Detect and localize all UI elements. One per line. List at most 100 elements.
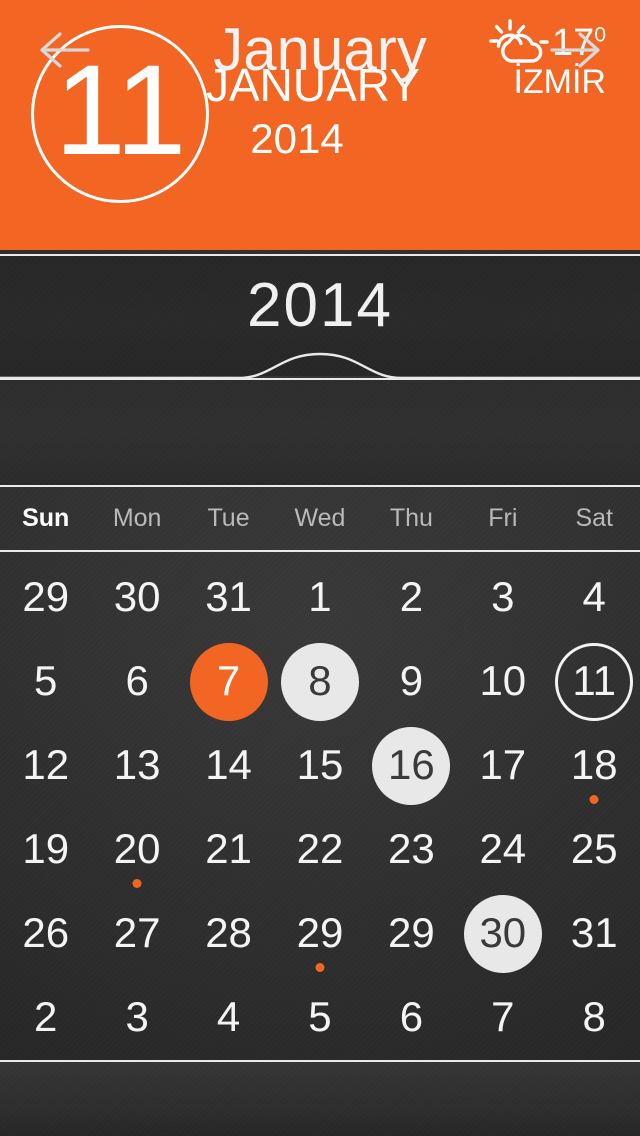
weekday-label-mon: Mon <box>112 504 162 532</box>
day-cell-inner: 30 <box>98 559 176 637</box>
day-number: 8 <box>308 656 332 704</box>
day-cell[interactable]: 12 <box>0 724 91 808</box>
month-nav-bar <box>0 380 640 485</box>
day-number: 29 <box>22 572 70 620</box>
day-number: 7 <box>216 656 241 704</box>
header-year: 2014 <box>250 115 344 162</box>
day-cell[interactable]: 23 <box>366 808 457 892</box>
day-cell[interactable]: 31 <box>549 892 640 976</box>
day-cell[interactable]: 6 <box>91 640 182 724</box>
day-cell[interactable]: 29 <box>0 556 91 640</box>
day-cell[interactable]: 2 <box>0 976 91 1060</box>
day-grid: 29 30 31 1 2 3 4 5 6 7 8 9 10 11 12 13 14 15 16 17 18 19 20 21 2… <box>0 556 640 1060</box>
day-cell[interactable]: 29 <box>366 892 457 976</box>
day-cell-inner: 11 <box>555 643 634 721</box>
day-cell[interactable]: 7 <box>457 976 548 1060</box>
day-number: 12 <box>22 740 70 788</box>
day-cell[interactable]: 24 <box>457 808 548 892</box>
day-number: 2 <box>34 992 58 1040</box>
year-label: 2014 <box>247 271 393 340</box>
day-cell[interactable]: 30 <box>91 556 182 640</box>
day-number: 27 <box>113 908 161 956</box>
day-cell-inner: 30 <box>463 895 542 973</box>
day-number: 25 <box>570 824 618 872</box>
day-cell[interactable]: 4 <box>549 556 640 640</box>
day-number: 5 <box>308 992 332 1040</box>
day-number: 19 <box>22 824 70 872</box>
day-cell[interactable]: 28 <box>183 892 274 976</box>
day-grid-row: 12 13 14 15 16 17 18 <box>0 724 640 808</box>
day-cell[interactable]: 8 <box>274 640 365 724</box>
day-cell-inner: 12 <box>7 727 85 805</box>
day-cell-inner: 7 <box>464 979 542 1057</box>
day-cell[interactable]: 5 <box>0 640 91 724</box>
day-cell[interactable]: 10 <box>457 640 548 724</box>
day-cell[interactable]: 29 <box>274 892 365 976</box>
day-cell-inner: 17 <box>464 727 542 805</box>
day-cell[interactable]: 17 <box>457 724 548 808</box>
day-cell-inner: 28 <box>190 895 268 973</box>
day-number: 26 <box>22 908 70 956</box>
day-number: 24 <box>479 824 527 872</box>
day-grid-row: 2 3 4 5 6 7 8 <box>0 976 640 1060</box>
day-cell[interactable]: 30 <box>457 892 548 976</box>
day-cell[interactable]: 25 <box>549 808 640 892</box>
day-cell-inner: 20 <box>98 811 176 889</box>
day-cell[interactable]: 8 <box>549 976 640 1060</box>
day-number: 5 <box>34 656 58 704</box>
day-cell-inner: 1 <box>281 559 359 637</box>
day-cell[interactable]: 1 <box>274 556 365 640</box>
prev-month-button[interactable] <box>14 0 114 105</box>
day-cell-inner: 18 <box>555 727 633 805</box>
day-number: 3 <box>125 992 149 1040</box>
day-cell[interactable]: 20 <box>91 808 182 892</box>
day-cell[interactable]: 27 <box>91 892 182 976</box>
day-cell-inner: 22 <box>281 811 359 889</box>
day-number: 21 <box>205 824 252 872</box>
day-cell[interactable]: 22 <box>274 808 365 892</box>
day-cell-inner: 24 <box>464 811 542 889</box>
day-cell[interactable]: 7 <box>183 640 274 724</box>
day-cell-inner: 10 <box>464 643 542 721</box>
day-grid-row: 26 27 28 29 29 30 31 <box>0 892 640 976</box>
day-number: 4 <box>216 992 241 1040</box>
day-grid-row: 29 30 31 1 2 3 4 <box>0 556 640 640</box>
day-cell-inner: 29 <box>7 559 85 637</box>
next-month-button[interactable] <box>526 0 626 105</box>
day-cell[interactable]: 13 <box>91 724 182 808</box>
day-cell[interactable]: 3 <box>457 556 548 640</box>
day-number: 30 <box>113 572 161 620</box>
event-dot <box>589 795 599 804</box>
day-cell[interactable]: 11 <box>549 640 640 724</box>
day-cell[interactable]: 5 <box>274 976 365 1060</box>
day-cell[interactable]: 21 <box>183 808 274 892</box>
day-cell[interactable]: 14 <box>183 724 274 808</box>
calendar-app: 11 JANUARY 2014 170 İZMİR 2014 January S… <box>0 0 640 1136</box>
day-number: 28 <box>205 908 252 956</box>
day-cell[interactable]: 6 <box>366 976 457 1060</box>
day-cell-inner: 23 <box>372 811 450 889</box>
day-cell-inner: 13 <box>98 727 176 805</box>
day-cell[interactable]: 2 <box>366 556 457 640</box>
weekday-label-fri: Fri <box>488 504 518 532</box>
day-cell[interactable]: 16 <box>366 724 457 808</box>
weekday-label-sun: Sun <box>22 504 70 532</box>
day-cell[interactable]: 9 <box>366 640 457 724</box>
day-cell[interactable]: 19 <box>0 808 91 892</box>
day-cell[interactable]: 4 <box>183 976 274 1060</box>
bump-divider <box>0 352 640 380</box>
day-cell[interactable]: 31 <box>183 556 274 640</box>
day-number: 17 <box>479 740 527 788</box>
day-cell[interactable]: 18 <box>549 724 640 808</box>
day-cell[interactable]: 26 <box>0 892 91 976</box>
weekday-header: Sun Mon Tue Wed Thu Fri Sat <box>0 487 640 550</box>
weekday-divider <box>0 550 640 552</box>
day-number: 11 <box>572 656 617 704</box>
day-cell[interactable]: 3 <box>91 976 182 1060</box>
event-dot <box>132 879 142 888</box>
day-number: 7 <box>491 992 515 1040</box>
weekday-label-thu: Thu <box>389 504 433 532</box>
weekday-label-tue: Tue <box>207 504 250 532</box>
day-cell[interactable]: 15 <box>274 724 365 808</box>
day-number: 2 <box>399 572 424 620</box>
